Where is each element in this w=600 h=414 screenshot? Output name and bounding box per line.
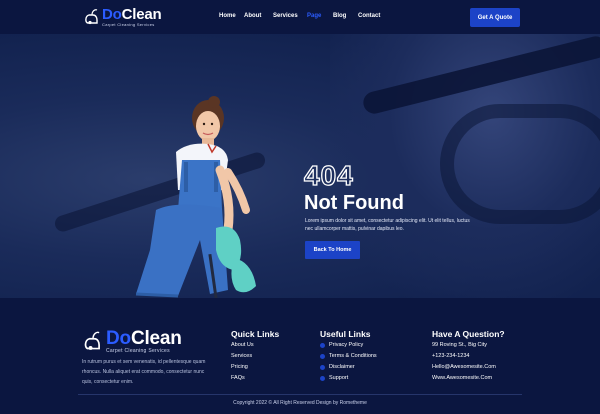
get-a-quote-button[interactable]: Get A Quote [470,8,520,27]
hero-404: 404 Not Found Lorem ipsum dolor sit amet… [0,34,600,298]
footer-logo-tagline: Carpet Cleaning Services [106,348,170,354]
site-header: DoClean Carpet Cleaning Services Home Ab… [0,0,600,34]
footer-link-faqs[interactable]: FAQs [231,373,254,384]
bullet-icon [320,365,325,370]
contact-title: Have A Question? [432,329,505,339]
useful-links-title: Useful Links [320,329,371,339]
nav-services[interactable]: Services [273,13,298,19]
contact-address: 99 Roving St., Big City [432,342,488,348]
site-logo[interactable]: DoClean Carpet Cleaning Services [84,6,162,29]
contact-phone[interactable]: +123-234-1234 [432,351,496,362]
cleaning-worker-image [135,96,256,298]
link-label: Terms & Conditions [329,353,377,359]
error-code: 404 [303,160,354,191]
footer-link-support[interactable]: Support [320,373,377,384]
hero-description: Lorem ipsum dolor sit amet, consectetur … [305,218,470,232]
footer-link-pricing[interactable]: Pricing [231,362,254,373]
bullet-icon [320,354,325,359]
link-label: Disclaimer [329,364,355,370]
footer-divider [78,394,522,395]
footer-logo-clean-text: Clean [130,328,182,349]
contact-email[interactable]: Hello@Awesomesite.Com [432,362,496,373]
logo-tagline: Carpet Cleaning Services [102,22,155,27]
page-title: Not Found [304,192,404,214]
contact-website[interactable]: Www.Awesomesite.Com [432,373,496,384]
footer-link-privacy-policy[interactable]: Privacy Policy [320,340,377,351]
nav-contact[interactable]: Contact [358,13,380,19]
quick-links-list: About Us Services Pricing FAQs [231,340,254,384]
link-label: Support [329,375,349,381]
bullet-icon [320,376,325,381]
nav-blog[interactable]: Blog [333,13,346,19]
logo-do-text: Do [102,6,122,23]
useful-links-list: Privacy Policy Terms & Conditions Discla… [320,340,377,384]
vacuum-logo-icon [84,7,100,25]
vacuum-body-shape [440,104,600,224]
nav-about[interactable]: About [244,13,261,19]
footer-link-services[interactable]: Services [231,351,254,362]
footer-description: In rutrum purus et sem venenatis, id pel… [82,359,206,385]
nav-page[interactable]: Page [307,13,321,19]
quick-links-title: Quick Links [231,329,280,339]
site-footer [0,298,600,414]
footer-logo[interactable]: DoClean Carpet Cleaning Services [82,329,182,354]
link-label: Privacy Policy [329,342,364,348]
back-to-home-button[interactable]: Back To Home [305,241,360,259]
vacuum-logo-icon [82,329,104,351]
footer-logo-do-text: Do [106,328,131,349]
nav-home[interactable]: Home [219,13,236,19]
contact-list: 99 Roving St., Big City +123-234-1234 He… [432,340,496,384]
footer-link-terms[interactable]: Terms & Conditions [320,351,377,362]
logo-clean-text: Clean [121,6,162,23]
copyright-text: Copyright 2022 © All Right Reserved Desi… [233,400,367,406]
footer-link-about-us[interactable]: About Us [231,340,254,351]
bullet-icon [320,343,325,348]
footer-link-disclaimer[interactable]: Disclaimer [320,362,377,373]
